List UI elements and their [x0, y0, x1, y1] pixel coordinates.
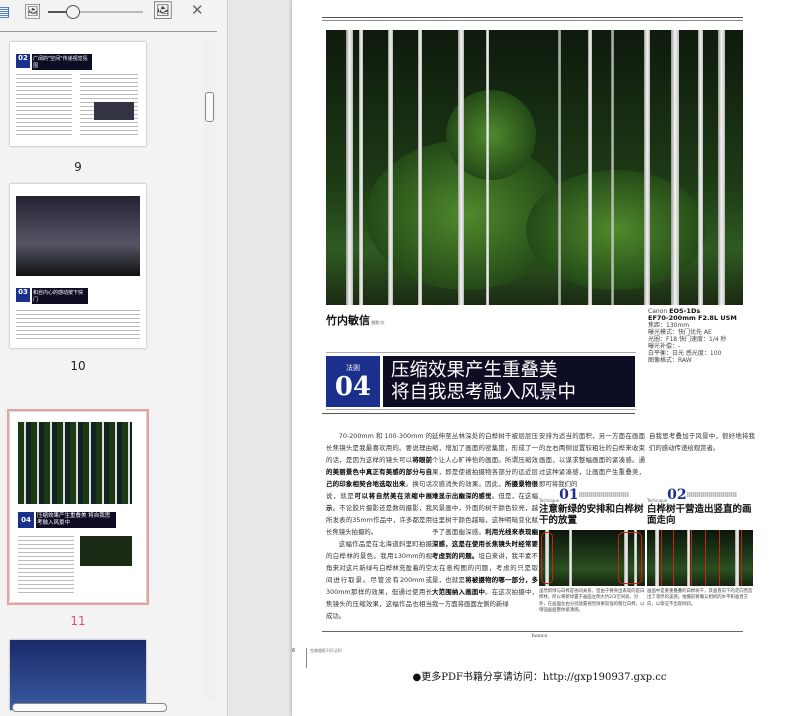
divider: [0, 31, 217, 32]
body-column-4: 自我思考叠加于风景中，很好地将我们的感动传递给观赏者。: [649, 432, 755, 452]
vertical-scrollbar[interactable]: [203, 40, 216, 700]
share-link-text: ●更多PDF书籍分享请访问：http://gxp190937.gxp.cc: [412, 672, 667, 683]
body-column-1: 70-200mm和100-300mm的长焦镜头是我最喜欢用的。要说理由的话，是因…: [326, 432, 433, 620]
thumbnail-sidebar: ▤ 🖼 🖼 ✕ 02 广阔的"空间"传递视觉氛围 9 03 和自内心的感动按下快…: [0, 0, 228, 716]
slider-knob[interactable]: [66, 5, 80, 19]
page-number: 6: [292, 648, 296, 654]
body-column-2: 延伸至丛林深处的白桦树干被层层压缩，增加了画面的密集度，形成了一个让人心旷神怡的…: [432, 432, 538, 608]
birch-forest-photo: [326, 30, 743, 305]
rule-number-badge: 法则 04: [326, 356, 380, 407]
page-label-11: 11: [70, 614, 86, 628]
technique-01-photo: [539, 530, 645, 586]
scrollbar-thumb[interactable]: [12, 703, 167, 712]
technique-02-photo: [647, 530, 753, 586]
thumb-rule-badge: 03: [16, 288, 30, 302]
camera-settings: Canon EOS-1Ds EF70-200mm F2.8L USM 焦距：13…: [648, 307, 737, 365]
large-thumbnail-icon[interactable]: 🖼: [152, 1, 174, 21]
thumbnail-toolbar: ▤ 🖼 🖼 ✕: [0, 0, 228, 32]
small-thumbnail-icon[interactable]: 🖼: [24, 4, 42, 20]
page-label-10: 10: [70, 359, 86, 373]
page-thumbnail-9[interactable]: 02 广阔的"空间"传递视觉氛围: [10, 42, 146, 146]
document-page: 竹内敏信·摄影/文 Canon EOS-1Ds EF70-200mm F2.8L…: [292, 0, 787, 716]
horizontal-scrollbar[interactable]: [0, 700, 200, 714]
book-title-footer: 完美摄影165法则: [306, 648, 342, 668]
thumb-title: 广阔的"空间"传递视觉氛围: [32, 54, 92, 70]
close-icon[interactable]: ✕: [191, 1, 204, 19]
page-thumbnail-10[interactable]: 03 和自内心的感动按下快门: [10, 184, 146, 348]
thumb-title: 和自内心的感动按下快门: [32, 288, 88, 304]
rule-banner: 法则 04 压缩效果产生重叠美 将自我思考融入风景中: [326, 352, 636, 410]
body-column-3: 安排为适当的面积，另一方面在画面的左右两侧设置较粗壮的白桦来收束画面，以谋求整幅…: [539, 432, 645, 488]
page-label-9: 9: [74, 160, 82, 174]
technique-01: Technique01 注意新绿的安排和白桦树干的放置 虽然新绿与白桦是协同关系…: [539, 487, 645, 613]
page-thumbnail-11[interactable]: 04 压缩效果产生重叠美 将自我思考融入风景中: [7, 409, 149, 605]
author-credit: 竹内敏信·摄影/文: [326, 314, 385, 327]
page-view-icon[interactable]: ▤: [0, 4, 10, 20]
technique-02: Technique02 白桦树干营造出竖直的画面走向 画面中是重重叠叠的白桦树干…: [647, 487, 753, 607]
thumbnail-size-slider[interactable]: [48, 5, 143, 19]
section-footer: basics: [531, 633, 548, 639]
scrollbar-thumb[interactable]: [205, 92, 214, 122]
thumb-rule-badge: 02: [16, 54, 30, 68]
article-title: 压缩效果产生重叠美 将自我思考融入风景中: [383, 356, 635, 407]
thumb-rule-badge: 04: [18, 512, 34, 528]
thumb-title: 压缩效果产生重叠美 将自我思考融入风景中: [36, 512, 116, 528]
